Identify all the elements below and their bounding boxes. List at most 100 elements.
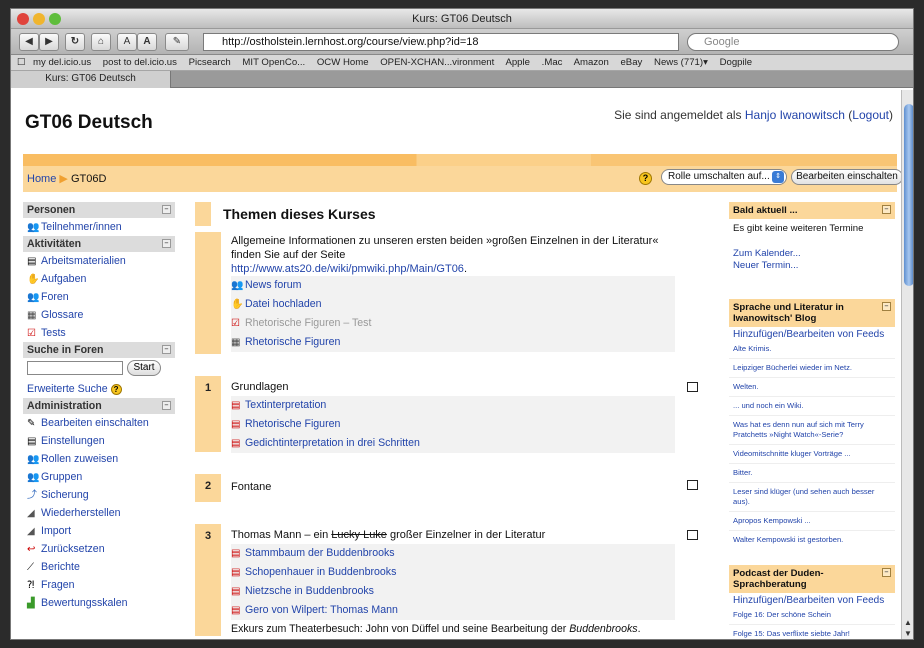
admin-import[interactable]: ◢ Import: [23, 522, 175, 540]
bookmark-item[interactable]: OPEN-XCHAN...vironment: [380, 57, 494, 68]
help-icon[interactable]: ?: [110, 384, 122, 395]
close-window-icon[interactable]: [17, 13, 29, 25]
resource-link[interactable]: ▤ Gedichtinterpretation in drei Schritten: [231, 434, 675, 453]
admin-scales[interactable]: ▟ Bewertungsskalen: [23, 594, 175, 612]
feed-item[interactable]: Bitter.: [729, 463, 895, 482]
collapse-icon[interactable]: –: [162, 345, 171, 354]
activity-news-forum[interactable]: 👥 News forum: [231, 276, 675, 295]
admin-roles[interactable]: 👥 Rollen zuweisen: [23, 450, 175, 468]
admin-questions[interactable]: ⁈ Fragen: [23, 576, 175, 594]
manage-feeds-link[interactable]: Hinzufügen/Bearbeiten von Feeds: [729, 593, 895, 606]
scroll-up-icon[interactable]: ▲: [904, 618, 912, 627]
calendar-link[interactable]: Zum Kalender...: [733, 248, 891, 260]
back-button[interactable]: ◀: [19, 33, 39, 51]
admin-backup[interactable]: ⤴ Sicherung: [23, 486, 175, 504]
participants-link[interactable]: 👥 Teilnehmer/innen: [23, 218, 175, 236]
resource-link[interactable]: ▤ Textinterpretation: [231, 396, 675, 415]
feed-item[interactable]: Was hat es denn nun auf sich mit Terry P…: [729, 415, 895, 444]
user-link[interactable]: Hanjo Iwanowitsch: [745, 108, 845, 122]
block-personen-header: Personen –: [23, 202, 175, 218]
scrollbar-thumb[interactable]: [904, 104, 913, 286]
bookmark-add-icon[interactable]: ✎: [165, 33, 189, 51]
bookmark-item[interactable]: News (771)▾: [654, 57, 708, 68]
reload-icon[interactable]: ↻: [65, 33, 85, 51]
admin-groups[interactable]: 👥 Gruppen: [23, 468, 175, 486]
collapse-icon[interactable]: –: [162, 205, 171, 214]
search-field[interactable]: Google: [687, 33, 899, 51]
home-icon[interactable]: ⌂: [91, 33, 111, 51]
breadcrumb-home[interactable]: Home: [27, 173, 56, 185]
logout-link[interactable]: Logout: [852, 108, 889, 122]
activity-tests[interactable]: ☑ Tests: [23, 324, 175, 342]
bookmark-item[interactable]: MIT OpenCo...: [242, 57, 305, 68]
resource-link[interactable]: ▤ Nietzsche in Buddenbrooks: [231, 582, 675, 601]
resource-icon: ▤: [27, 256, 37, 267]
activity-quiz-hidden[interactable]: ☑ Rhetorische Figuren – Test: [231, 314, 675, 333]
bookmark-item[interactable]: my del.icio.us: [33, 57, 91, 68]
resource-link[interactable]: ▤ Gero von Wilpert: Thomas Mann: [231, 601, 675, 620]
edit-on-button[interactable]: Bearbeiten einschalten: [791, 169, 901, 185]
admin-restore[interactable]: ◢ Wiederherstellen: [23, 504, 175, 522]
left-column: Personen – 👥 Teilnehmer/innen Aktivitäten –…: [23, 202, 175, 612]
bookmark-item[interactable]: Amazon: [574, 57, 609, 68]
new-event-link[interactable]: Neuer Termin...: [733, 260, 891, 272]
bookmark-item[interactable]: Picsearch: [189, 57, 231, 68]
feed-item[interactable]: Leser sind klüger (und sehen auch besser…: [729, 482, 895, 511]
feed-item[interactable]: Leipziger Bücherlei wieder im Netz.: [729, 358, 895, 377]
activity-upload[interactable]: ✋ Datei hochladen: [231, 295, 675, 314]
tab-active[interactable]: Kurs: GT06 Deutsch: [11, 71, 171, 88]
forum-search-input[interactable]: [27, 361, 123, 375]
collapse-icon[interactable]: –: [162, 401, 171, 410]
bookmark-item[interactable]: eBay: [620, 57, 642, 68]
activity-glossaries[interactable]: ▦ Glossare: [23, 306, 175, 324]
wiki-link[interactable]: http://www.ats20.de/wiki/pmwiki.php/Main…: [231, 263, 464, 275]
bookmark-item[interactable]: post to del.icio.us: [103, 57, 177, 68]
role-switch-select[interactable]: Rolle umschalten auf... ⇕: [661, 169, 787, 185]
feed-item[interactable]: Videomitschnitte kluger Vorträge ...: [729, 444, 895, 463]
help-icon[interactable]: ?: [639, 172, 652, 185]
collapse-icon[interactable]: –: [882, 302, 891, 311]
activity-resources[interactable]: ▤ Arbeitsmaterialien: [23, 252, 175, 270]
feed-item[interactable]: Apropos Kempowski ...: [729, 511, 895, 530]
activity-glossary[interactable]: ▦ Rhetorische Figuren: [231, 333, 675, 352]
resource-link[interactable]: ▤ Rhetorische Figuren: [231, 415, 675, 434]
feed-item[interactable]: Folge 15: Das verflixte siebte Jahr!: [729, 624, 895, 639]
highlight-checkbox[interactable]: [687, 530, 698, 540]
resource-link[interactable]: ▤ Stammbaum der Buddenbrooks: [231, 544, 675, 563]
highlight-checkbox[interactable]: [687, 480, 698, 490]
feed-item[interactable]: Welten.: [729, 377, 895, 396]
bookmark-item[interactable]: Dogpile: [720, 57, 753, 68]
collapse-icon[interactable]: –: [882, 568, 891, 577]
bookmark-item[interactable]: Apple: [505, 57, 530, 68]
activity-forums[interactable]: 👥 Foren: [23, 288, 175, 306]
feed-item[interactable]: ... und noch ein Wiki.: [729, 396, 895, 415]
forward-button[interactable]: ▶: [39, 33, 59, 51]
admin-settings[interactable]: ▤ Einstellungen: [23, 432, 175, 450]
manage-feeds-link[interactable]: Hinzufügen/Bearbeiten von Feeds: [729, 327, 895, 340]
collapse-icon[interactable]: –: [882, 205, 891, 214]
feed-item[interactable]: Alte Krimis.: [729, 340, 895, 358]
section-1: 1 Grundlagen ▤ Textinterpretation ▤ Rhetor…: [195, 376, 725, 453]
feed-item[interactable]: Folge 16: Der schöne Schein: [729, 606, 895, 624]
bookmark-item[interactable]: OCW Home: [317, 57, 369, 68]
advanced-search-link[interactable]: Erweiterte Suche ?: [23, 380, 175, 398]
zoom-window-icon[interactable]: [49, 13, 61, 25]
admin-edit[interactable]: ✎ Bearbeiten einschalten: [23, 414, 175, 432]
vertical-scrollbar[interactable]: ▲ ▼: [901, 90, 913, 639]
resource-link[interactable]: ▤ Schopenhauer in Buddenbrooks: [231, 563, 675, 582]
text-larger-button[interactable]: A: [137, 33, 157, 51]
search-start-button[interactable]: Start: [127, 360, 161, 376]
bookmark-item[interactable]: .Mac: [542, 57, 563, 68]
feed-item[interactable]: Walter Kempowski ist gestorben.: [729, 530, 895, 549]
text-smaller-button[interactable]: A: [117, 33, 137, 51]
pdf-icon: ▤: [231, 419, 241, 430]
bookmarks-book-icon[interactable]: ☐: [17, 55, 26, 70]
scroll-down-icon[interactable]: ▼: [904, 629, 912, 638]
address-bar[interactable]: http://ostholstein.lernhost.org/course/v…: [203, 33, 679, 51]
minimize-window-icon[interactable]: [33, 13, 45, 25]
collapse-icon[interactable]: –: [162, 239, 171, 248]
activity-assignments[interactable]: ✋ Aufgaben: [23, 270, 175, 288]
admin-reset[interactable]: ↩ Zurücksetzen: [23, 540, 175, 558]
highlight-checkbox[interactable]: [687, 382, 698, 392]
admin-reports[interactable]: ⟋ Berichte: [23, 558, 175, 576]
